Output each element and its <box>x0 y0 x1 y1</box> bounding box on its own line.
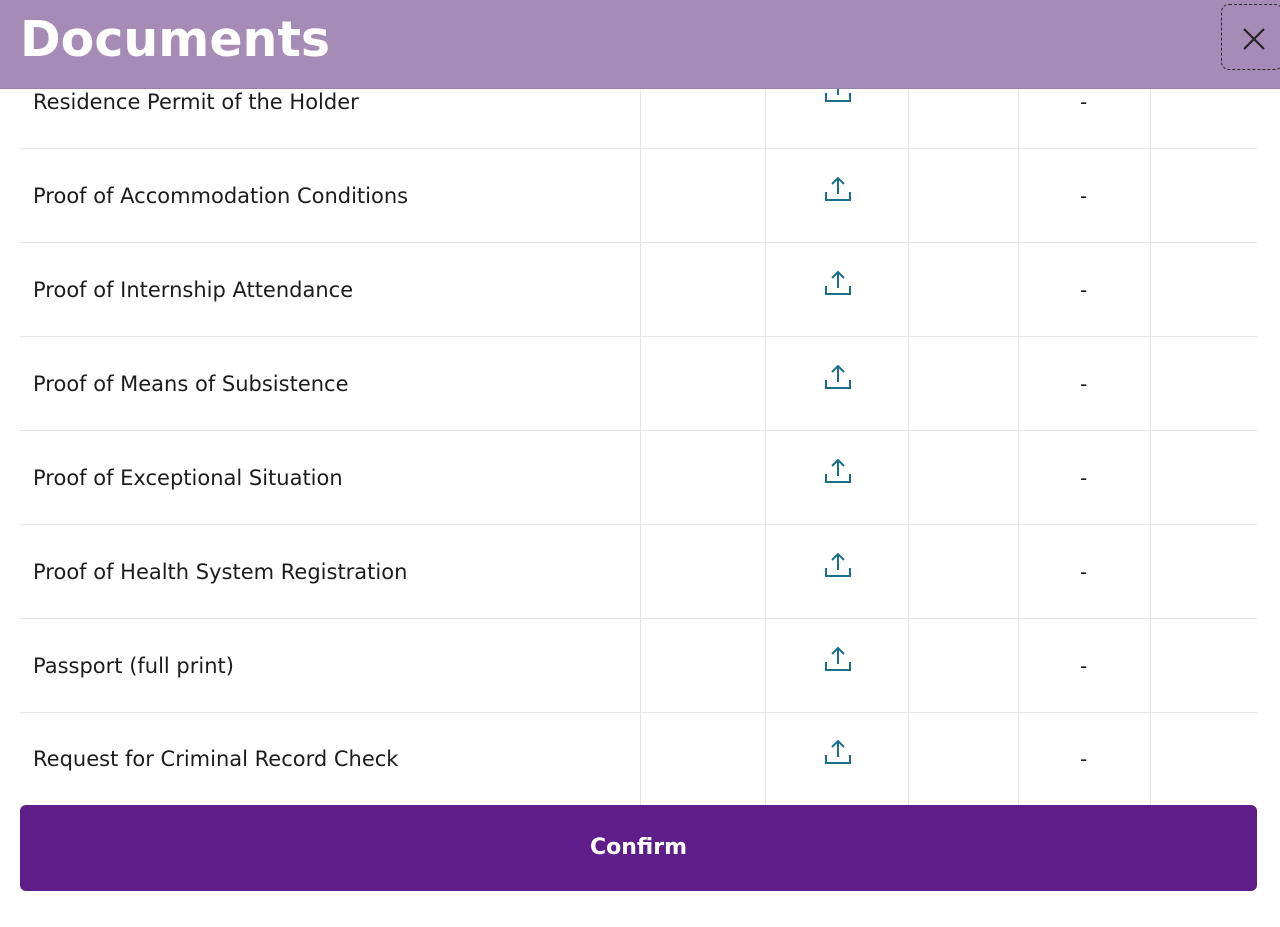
document-status: - <box>1080 560 1088 584</box>
document-name: Passport (full print) <box>33 654 234 678</box>
upload-icon[interactable] <box>824 457 852 485</box>
document-name: Proof of Internship Attendance <box>33 278 354 302</box>
close-button[interactable] <box>1221 4 1280 70</box>
document-name: Request for Criminal Record Check <box>33 747 399 771</box>
table-row: Residence Permit of the Holder - <box>20 88 1257 149</box>
document-status: - <box>1080 372 1088 396</box>
table-row: Proof of Internship Attendance - <box>20 243 1257 337</box>
table-row: Proof of Accommodation Conditions - <box>20 149 1257 243</box>
document-status: - <box>1080 90 1088 114</box>
documents-table: Residence Permit of the Holder - Proof o… <box>20 88 1257 805</box>
table-row: Passport (full print) - <box>20 619 1257 713</box>
document-status: - <box>1080 466 1088 490</box>
modal-header: Documents <box>0 0 1280 89</box>
table-row: Request for Criminal Record Check - <box>20 713 1257 805</box>
upload-icon[interactable] <box>824 551 852 579</box>
document-name: Residence Permit of the Holder <box>33 90 359 114</box>
document-name: Proof of Health System Registration <box>33 560 408 584</box>
upload-icon[interactable] <box>824 269 852 297</box>
document-name: Proof of Exceptional Situation <box>33 466 343 490</box>
document-name: Proof of Accommodation Conditions <box>33 184 409 208</box>
upload-icon[interactable] <box>824 363 852 391</box>
upload-icon[interactable] <box>824 88 852 104</box>
table-row: Proof of Health System Registration - <box>20 525 1257 619</box>
modal-title: Documents <box>20 11 331 68</box>
upload-icon[interactable] <box>824 645 852 673</box>
upload-icon[interactable] <box>824 175 852 203</box>
table-row: Proof of Means of Subsistence - <box>20 337 1257 431</box>
document-name: Proof of Means of Subsistence <box>33 372 349 396</box>
close-icon <box>1243 28 1265 50</box>
confirm-button[interactable]: Confirm <box>20 805 1257 891</box>
upload-icon[interactable] <box>824 738 852 766</box>
document-status: - <box>1080 278 1088 302</box>
document-status: - <box>1080 747 1088 771</box>
table-row: Proof of Exceptional Situation - <box>20 431 1257 525</box>
document-status: - <box>1080 654 1088 678</box>
document-status: - <box>1080 184 1088 208</box>
